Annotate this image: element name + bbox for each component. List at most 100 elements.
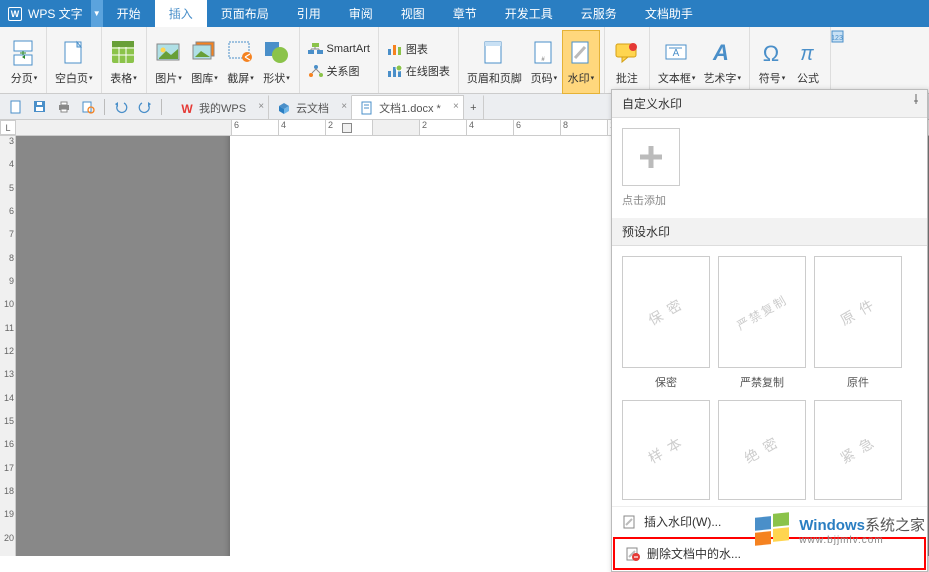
menu-tab-page-layout[interactable]: 页面布局 xyxy=(207,0,283,27)
watermark-dropdown-panel: 自定义水印 点击添加 预设水印 保 密 严禁复制 原 件 保密 严禁复制 原件 … xyxy=(611,89,928,572)
watermark-preset-original[interactable]: 原 件 xyxy=(814,256,902,368)
pin-button[interactable] xyxy=(909,92,923,106)
relation-chart-button[interactable]: 关系图 xyxy=(304,61,374,81)
menu-tab-start[interactable]: 开始 xyxy=(103,0,155,27)
picture-button[interactable]: 图片▾ xyxy=(151,30,187,94)
insert-watermark-button[interactable]: 插入水印(W)... xyxy=(612,506,927,536)
watermark-icon xyxy=(567,38,595,68)
wps-home-icon: W xyxy=(180,102,194,114)
watermark-preset-sample[interactable]: 样 本 xyxy=(622,400,710,500)
page-break-label: 分页 xyxy=(11,70,33,86)
textbox-icon: A xyxy=(663,38,691,68)
blank-page-icon xyxy=(60,38,88,68)
add-custom-watermark-button[interactable] xyxy=(622,128,680,186)
page-number-icon: # xyxy=(530,38,558,68)
online-chart-button[interactable]: 在线图表 xyxy=(383,61,454,81)
preset-watermark-grid: 保 密 严禁复制 原 件 xyxy=(612,246,927,374)
gallery-button[interactable]: 图库▾ xyxy=(187,30,223,94)
ruler-v-tick: 18 xyxy=(0,486,15,509)
equation-button[interactable]: π 公式 xyxy=(790,30,826,94)
title-dropdown[interactable]: ▼ xyxy=(91,0,103,27)
comment-icon xyxy=(613,38,641,68)
ruler-indent-marker[interactable] xyxy=(342,123,352,133)
online-chart-label: 在线图表 xyxy=(406,63,450,79)
textbox-label: 文本框 xyxy=(658,70,691,86)
screenshot-button[interactable]: 截屏▾ xyxy=(223,30,259,94)
ruler-corner[interactable]: L xyxy=(0,120,16,135)
remove-watermark-button[interactable]: 删除文档中的水... xyxy=(613,537,926,570)
symbol-button[interactable]: Ω 符号▾ xyxy=(754,30,790,94)
redo-button[interactable] xyxy=(134,96,156,118)
watermark-button[interactable]: 水印▾ xyxy=(562,30,600,94)
watermark-preset-topsecret[interactable]: 绝 密 xyxy=(718,400,806,500)
ruler-h-tick: 4 xyxy=(467,120,514,135)
wordart-button[interactable]: A 艺术字▾ xyxy=(699,30,745,94)
watermark-caption: 原件 xyxy=(814,374,902,390)
ruler-h-tick xyxy=(373,120,420,135)
watermark-caption: 严禁复制 xyxy=(718,374,806,390)
picture-icon xyxy=(155,38,183,68)
menu-tab-insert[interactable]: 插入 xyxy=(155,0,207,27)
insert-watermark-icon xyxy=(622,514,638,530)
number-panel-icon[interactable]: 123 xyxy=(831,30,845,44)
ruler-h-tick: 2 xyxy=(420,120,467,135)
add-watermark-label: 点击添加 xyxy=(622,192,917,208)
comment-label: 批注 xyxy=(616,70,638,86)
table-button[interactable]: 表格▾ xyxy=(106,30,142,93)
custom-watermark-header: 自定义水印 xyxy=(612,90,927,118)
ruler-v-tick: 14 xyxy=(0,393,15,416)
menu-tabs: 开始 插入 页面布局 引用 审阅 视图 章节 开发工具 云服务 文档助手 xyxy=(103,0,707,27)
shape-button[interactable]: 形状▾ xyxy=(259,30,295,94)
new-doc-button[interactable] xyxy=(5,96,27,118)
smartart-button[interactable]: SmartArt xyxy=(304,39,374,59)
doc-tab-current[interactable]: 文档1.docx * × xyxy=(352,95,464,119)
menu-tab-dev-tools[interactable]: 开发工具 xyxy=(491,0,567,27)
watermark-preset-no-copy[interactable]: 严禁复制 xyxy=(718,256,806,368)
menu-tab-chapter[interactable]: 章节 xyxy=(439,0,491,27)
shape-label: 形状 xyxy=(263,70,285,86)
chart-label: 图表 xyxy=(406,41,428,57)
page-number-button[interactable]: # 页码▾ xyxy=(526,30,562,94)
menu-tab-cloud[interactable]: 云服务 xyxy=(567,0,631,27)
menu-tab-references[interactable]: 引用 xyxy=(283,0,335,27)
blank-page-label: 空白页 xyxy=(55,70,88,86)
gallery-label: 图库 xyxy=(191,70,213,86)
ruler-v-tick: 16 xyxy=(0,439,15,462)
undo-button[interactable] xyxy=(110,96,132,118)
page-break-button[interactable]: 分页▾ xyxy=(6,30,42,93)
print-button[interactable] xyxy=(53,96,75,118)
new-tab-button[interactable]: + xyxy=(464,95,484,119)
preset-watermark-header: 预设水印 xyxy=(612,218,927,246)
ruler-v-tick: 10 xyxy=(0,299,15,322)
svg-text:π: π xyxy=(800,43,814,65)
close-icon[interactable]: × xyxy=(258,101,264,112)
watermark-preset-confidential[interactable]: 保 密 xyxy=(622,256,710,368)
close-icon[interactable]: × xyxy=(453,101,459,112)
textbox-button[interactable]: A 文本框▾ xyxy=(654,30,700,94)
chart-button[interactable]: 图表 xyxy=(383,39,454,59)
print-preview-button[interactable] xyxy=(77,96,99,118)
svg-text:A: A xyxy=(672,48,679,59)
menu-tab-doc-helper[interactable]: 文档助手 xyxy=(631,0,707,27)
watermark-preset-urgent[interactable]: 紧 急 xyxy=(814,400,902,500)
ruler-h-tick: 4 xyxy=(279,120,326,135)
header-footer-icon xyxy=(480,38,508,68)
comment-button[interactable]: 批注 xyxy=(609,30,645,93)
ruler-h-tick: 8 xyxy=(561,120,608,135)
blank-page-button[interactable]: 空白页▾ xyxy=(51,30,97,93)
insert-watermark-label: 插入水印(W)... xyxy=(644,513,721,530)
symbol-icon: Ω xyxy=(758,38,786,68)
menu-tab-review[interactable]: 审阅 xyxy=(335,0,387,27)
doc-tab-mywps[interactable]: W 我的WPS × xyxy=(172,95,269,119)
menu-tab-view[interactable]: 视图 xyxy=(387,0,439,27)
ruler-v-tick: 17 xyxy=(0,463,15,486)
plus-icon xyxy=(636,142,666,172)
ruler-h-tick: 6 xyxy=(232,120,279,135)
doc-tab-cloud[interactable]: 云文档 × xyxy=(269,95,352,119)
ruler-v-tick: 9 xyxy=(0,276,15,299)
gallery-icon xyxy=(191,38,219,68)
ruler-v-tick: 6 xyxy=(0,206,15,229)
save-button[interactable] xyxy=(29,96,51,118)
header-footer-button[interactable]: 页眉和页脚 xyxy=(463,30,526,94)
close-icon[interactable]: × xyxy=(341,101,347,112)
